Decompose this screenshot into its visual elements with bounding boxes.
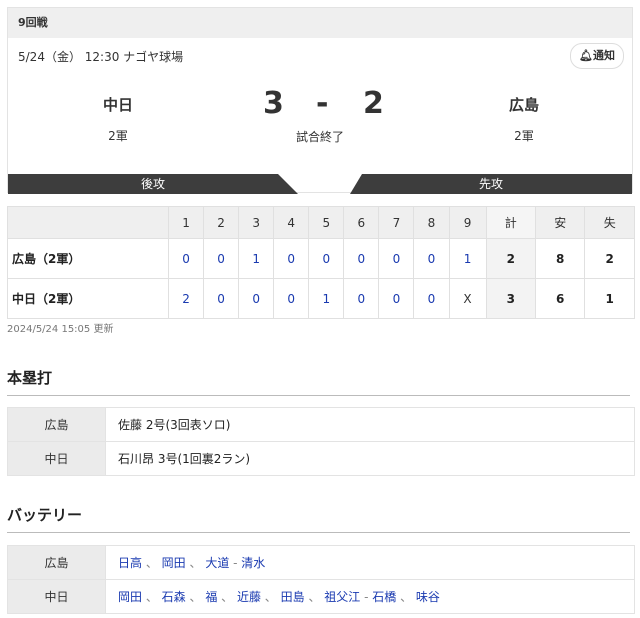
homeruns-heading: 本塁打 — [7, 369, 53, 387]
table-row: 中日（2軍） 2 0 0 0 1 0 0 0 X 3 6 1 — [7, 278, 635, 319]
home-score: 3 — [263, 86, 284, 121]
player-link[interactable]: 岡田 — [162, 556, 186, 570]
player-link[interactable]: 近藤 — [237, 590, 261, 604]
game-card: 9回戦 5/24（金） 12:30 ナゴヤ球場 🔔︎通知 中日 2軍 広島 2軍 3… — [7, 7, 633, 194]
game-meta: 5/24（金） 12:30 ナゴヤ球場 — [18, 50, 184, 64]
player-link[interactable]: 清水 — [241, 556, 265, 570]
battery-table: 広島 日高 、 岡田 、 大道 - 清水 中日 岡田 、 石森 、 福 、 近藤 、… — [7, 545, 635, 614]
table-row: 中日 石川昂 3号(1回裏2ラン) — [7, 441, 635, 476]
homeruns-table: 広島 佐藤 2号(3回表ソロ) 中日 石川昂 3号(1回裏2ラン) — [7, 407, 635, 476]
game-round: 9回戦 — [8, 8, 632, 38]
bell-icon: 🔔︎ — [579, 49, 593, 62]
player-link[interactable]: 味谷 — [416, 590, 440, 604]
separator: 、 — [304, 590, 325, 604]
game-status: 試合終了 — [295, 130, 344, 144]
home-side-bar: 後攻 — [8, 174, 298, 194]
away-score: 2 — [363, 86, 384, 121]
score-dash: - — [316, 86, 329, 121]
notify-button[interactable]: 🔔︎通知 — [570, 43, 624, 69]
player-link[interactable]: 大道 — [205, 556, 229, 570]
separator: - — [229, 556, 242, 570]
table-row: 広島 日高 、 岡田 、 大道 - 清水 — [7, 545, 635, 580]
separator: 、 — [260, 590, 281, 604]
player-link[interactable]: 石森 — [162, 590, 186, 604]
linescore-table: 123456789計安失 広島（2軍） 0 0 1 0 0 0 0 0 1 2 8 2 中日（2軍） 2 0… — [7, 206, 635, 319]
table-row: 広島（2軍） 0 0 1 0 0 0 0 0 1 2 8 2 — [7, 238, 635, 279]
separator: 、 — [142, 556, 162, 570]
separator: 、 — [396, 590, 416, 604]
player-link[interactable]: 祖父江 — [324, 590, 360, 604]
player-link[interactable]: 岡田 — [118, 590, 142, 604]
separator: 、 — [217, 590, 237, 604]
divider — [7, 395, 630, 396]
updated-time: 2024/5/24 15:05 更新 — [7, 324, 114, 335]
player-link[interactable]: 田島 — [281, 590, 305, 604]
table-row: 中日 岡田 、 石森 、 福 、 近藤 、 田島 、 祖父江 - 石橋 、 味谷 — [7, 579, 635, 614]
separator: 、 — [185, 556, 206, 570]
table-row: 広島 佐藤 2号(3回表ソロ) — [7, 407, 635, 442]
separator: 、 — [142, 590, 162, 604]
player-link[interactable]: 石橋 — [372, 590, 396, 604]
separator: 、 — [185, 590, 206, 604]
battery-heading: バッテリー — [7, 506, 83, 524]
away-side-bar: 先攻 — [350, 174, 632, 194]
divider — [7, 532, 630, 533]
player-link[interactable]: 福 — [205, 590, 217, 604]
player-link[interactable]: 日高 — [118, 556, 142, 570]
separator: - — [360, 590, 373, 604]
